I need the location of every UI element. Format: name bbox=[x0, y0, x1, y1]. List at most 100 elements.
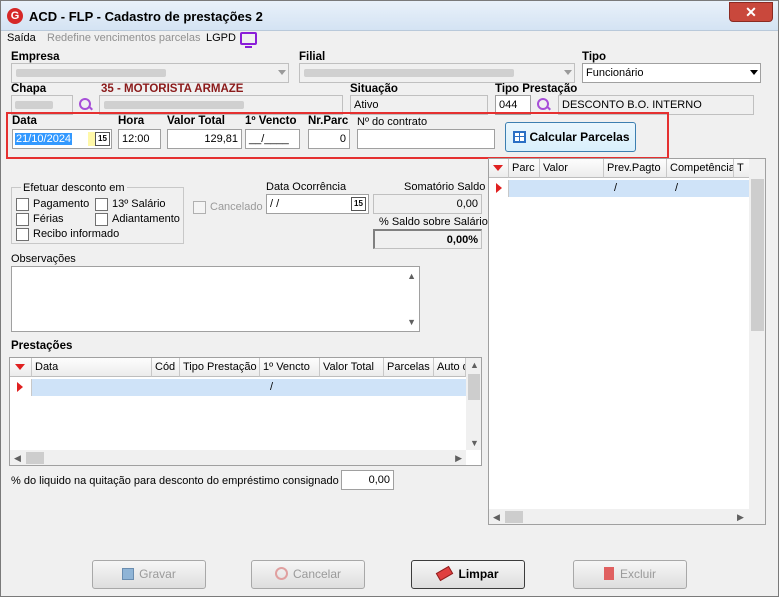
adiantamento-label: Adiantamento bbox=[112, 213, 180, 225]
menu-bar: Saída Redefine vencimentos parcelas LGPD bbox=[1, 31, 778, 49]
employee-name: 35 - MOTORISTA ARMAZE bbox=[101, 83, 244, 95]
prestacoes-label: Prestações bbox=[11, 340, 73, 352]
menu-lgpd[interactable]: LGPD bbox=[206, 32, 236, 44]
scroll-right-icon[interactable]: ▶ bbox=[737, 512, 744, 523]
cancelar-label: Cancelar bbox=[292, 567, 342, 581]
tipo-select[interactable]: Funcionário bbox=[582, 63, 761, 83]
primeiro-vencto-input[interactable]: __/____ bbox=[245, 129, 300, 149]
ocorrencia-value: / / bbox=[270, 198, 280, 210]
sort-down-icon bbox=[493, 165, 503, 171]
nr-parc-label: Nr.Parc bbox=[308, 115, 349, 127]
scroll-thumb[interactable] bbox=[505, 511, 523, 523]
table-row[interactable]: / / bbox=[489, 180, 749, 197]
pagamento-checkbox[interactable] bbox=[16, 198, 29, 211]
ferias-checkbox[interactable] bbox=[16, 213, 29, 226]
app-logo-icon: G bbox=[7, 8, 23, 24]
main-window: G ACD - FLP - Cadastro de prestações 2 ✕… bbox=[0, 0, 779, 597]
monitor-icon[interactable] bbox=[240, 32, 257, 48]
scroll-up-icon[interactable]: ▲ bbox=[470, 360, 479, 370]
col-competencia[interactable]: Competência bbox=[667, 159, 734, 178]
scroll-thumb[interactable] bbox=[26, 452, 44, 464]
percent-saldo-label: % Saldo sobre Salário bbox=[379, 216, 488, 228]
scroll-up-icon[interactable]: ▲ bbox=[407, 267, 416, 285]
search-icon[interactable] bbox=[79, 98, 92, 111]
col-data[interactable]: Data bbox=[32, 358, 152, 377]
col-prev-pagto[interactable]: Prev.Pagto bbox=[604, 159, 667, 178]
col-parcelas[interactable]: Parcelas bbox=[384, 358, 434, 377]
decimo-terceiro-label: 13º Salário bbox=[112, 198, 166, 210]
cancelado-checkbox[interactable] bbox=[193, 201, 206, 214]
recibo-informado-checkbox[interactable] bbox=[16, 228, 29, 241]
col-tipo-prestacao[interactable]: Tipo Prestação bbox=[180, 358, 260, 377]
valor-total-input[interactable]: 129,81 bbox=[167, 129, 242, 149]
situacao-label: Situação bbox=[350, 83, 398, 95]
search-icon[interactable] bbox=[537, 98, 550, 111]
parcelas-hscroll[interactable]: ◀ ▶ bbox=[489, 509, 765, 524]
adiantamento-checkbox[interactable] bbox=[95, 213, 108, 226]
cancelado-label: Cancelado bbox=[210, 201, 263, 213]
excluir-button[interactable]: Excluir bbox=[573, 560, 687, 589]
calendar-icon[interactable]: 15 bbox=[95, 132, 110, 146]
observacoes-textarea[interactable]: ▲ ▼ bbox=[11, 266, 420, 332]
row-vencto: / bbox=[270, 381, 274, 393]
somatorio-saldo-field: 0,00 bbox=[373, 194, 482, 214]
close-icon: ✕ bbox=[745, 4, 757, 20]
close-button[interactable]: ✕ bbox=[729, 2, 773, 22]
filial-select[interactable] bbox=[299, 63, 575, 83]
row-prev-pagto: / bbox=[614, 182, 618, 194]
col-valor-total[interactable]: Valor Total bbox=[320, 358, 384, 377]
parcelas-grid[interactable]: Parc Valor Prev.Pagto Competência T / / … bbox=[488, 158, 766, 525]
contrato-label: Nº do contrato bbox=[357, 116, 428, 128]
data-input[interactable]: 21/10/2024 15 bbox=[12, 129, 112, 149]
scroll-right-icon[interactable]: ▶ bbox=[455, 453, 462, 464]
gravar-label: Gravar bbox=[139, 567, 176, 581]
scroll-left-icon[interactable]: ◀ bbox=[493, 512, 500, 523]
calendar-icon[interactable]: 15 bbox=[351, 197, 366, 211]
prestacoes-grid[interactable]: Data Cód Tipo Prestação 1º Vencto Valor … bbox=[9, 357, 482, 466]
ocorrencia-input[interactable]: / / 15 bbox=[266, 194, 369, 214]
empresa-select[interactable] bbox=[11, 63, 289, 83]
filial-label: Filial bbox=[299, 51, 326, 63]
col-auto[interactable]: Auto d bbox=[434, 358, 466, 377]
col-primeiro-vencto[interactable]: 1º Vencto bbox=[260, 358, 320, 377]
prestacoes-hscroll[interactable]: ◀ ▶ bbox=[10, 450, 466, 465]
col-cod[interactable]: Cód bbox=[152, 358, 180, 377]
nr-parc-input[interactable]: 0 bbox=[308, 129, 350, 149]
scroll-left-icon[interactable]: ◀ bbox=[14, 453, 21, 464]
valor-total-label: Valor Total bbox=[167, 115, 225, 127]
limpar-button[interactable]: Limpar bbox=[411, 560, 525, 589]
tipo-prestacao-label: Tipo Prestação bbox=[495, 83, 578, 95]
excluir-label: Excluir bbox=[619, 567, 656, 581]
cancelar-button[interactable]: Cancelar bbox=[251, 560, 365, 589]
parcelas-vscroll[interactable] bbox=[749, 159, 765, 509]
hora-input[interactable]: 12:00 bbox=[118, 129, 161, 149]
col-t[interactable]: T bbox=[734, 159, 750, 178]
tipo-value: Funcionário bbox=[586, 67, 644, 79]
scroll-thumb[interactable] bbox=[468, 374, 480, 400]
table-row[interactable]: / bbox=[10, 379, 466, 396]
percent-saldo-field: 0,00% bbox=[373, 229, 482, 249]
liquido-input[interactable]: 0,00 bbox=[341, 470, 394, 490]
menu-saida[interactable]: Saída bbox=[7, 32, 36, 44]
decimo-terceiro-checkbox[interactable] bbox=[95, 198, 108, 211]
title-bar: G ACD - FLP - Cadastro de prestações 2 ✕ bbox=[1, 1, 778, 31]
calcular-parcelas-button[interactable]: Calcular Parcelas bbox=[505, 122, 636, 152]
data-label: Data bbox=[12, 115, 37, 127]
col-parc[interactable]: Parc bbox=[509, 159, 540, 178]
empresa-label: Empresa bbox=[11, 51, 60, 63]
ocorrencia-label: Data Ocorrência bbox=[266, 181, 347, 193]
sort-down-icon bbox=[15, 364, 25, 370]
scroll-down-icon[interactable]: ▼ bbox=[470, 438, 479, 448]
primeiro-vencto-label: 1º Vencto bbox=[245, 115, 297, 127]
prestacoes-vscroll[interactable]: ▲ ▼ bbox=[466, 358, 481, 450]
gravar-button[interactable]: Gravar bbox=[92, 560, 206, 589]
col-valor[interactable]: Valor bbox=[540, 159, 604, 178]
ferias-label: Férias bbox=[33, 213, 64, 225]
menu-redefine-vencimentos[interactable]: Redefine vencimentos parcelas bbox=[47, 32, 200, 44]
contrato-input[interactable] bbox=[357, 129, 495, 149]
scroll-down-icon[interactable]: ▼ bbox=[407, 313, 416, 331]
eraser-icon bbox=[436, 565, 454, 582]
row-indicator-icon bbox=[17, 382, 23, 392]
recibo-informado-label: Recibo informado bbox=[33, 228, 120, 240]
scroll-thumb[interactable] bbox=[751, 179, 764, 331]
